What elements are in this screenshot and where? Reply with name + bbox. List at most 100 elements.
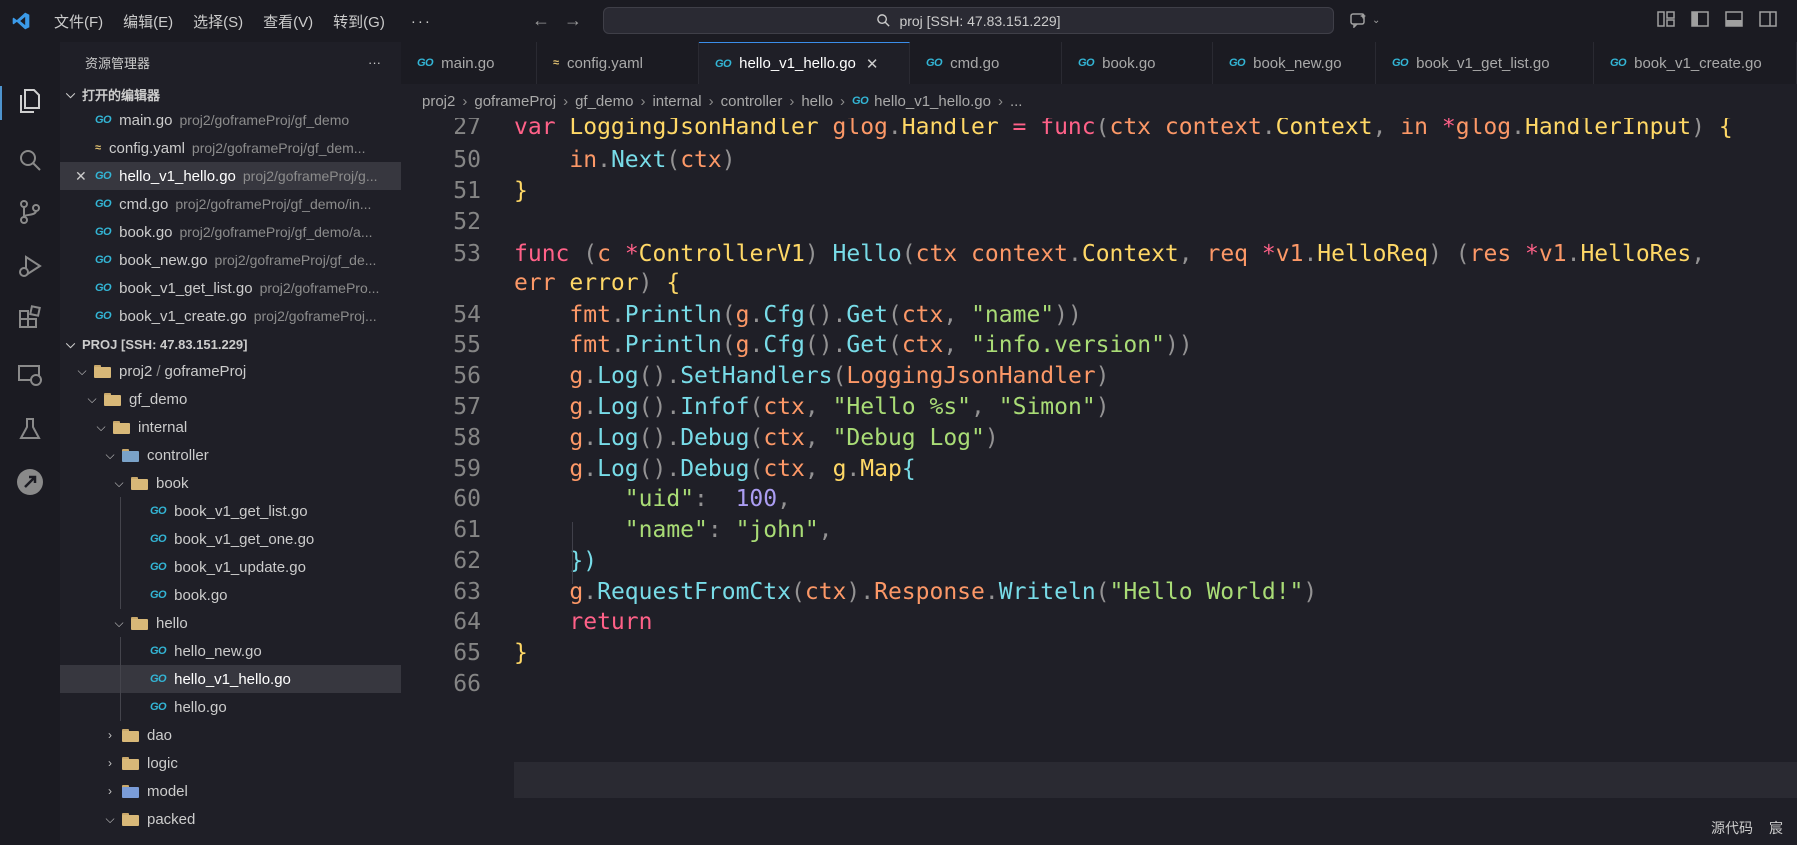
tab-book-v1-create-go[interactable]: GO book_v1_create.go [1594,42,1797,84]
open-editor-item[interactable]: ≈ config.yaml proj2/goframeProj/gf_dem..… [60,134,401,162]
tree-folder-book[interactable]: ⌵ book [60,469,401,497]
copilot-button[interactable]: ⌄ [1350,12,1380,28]
open-editor-item[interactable]: GO book_v1_create.go proj2/goframeProj..… [60,302,401,330]
explorer-more-button[interactable]: ··· [368,55,381,70]
menu-view[interactable]: 查看(V) [263,11,313,32]
tree-file-selected[interactable]: GO hello_v1_hello.go [60,665,401,693]
breadcrumb-item[interactable]: proj2 [422,93,455,110]
code-line[interactable]: 56 g.Log().SetHandlers(LoggingJsonHandle… [401,363,1797,398]
remote-explorer-icon[interactable] [15,360,45,390]
code-line[interactable]: 66 [401,671,1797,706]
back-arrow-icon[interactable]: ← [532,10,550,31]
go-file-icon: GO [417,57,434,69]
close-icon[interactable]: ✕ [866,55,879,73]
forward-arrow-icon[interactable]: → [564,10,582,31]
testing-icon[interactable] [15,414,45,444]
code-editor[interactable]: 27 var LoggingJsonHandler glog.Handler = … [401,118,1797,810]
run-debug-icon[interactable] [15,251,45,281]
tab-book-go[interactable]: GO book.go [1062,42,1213,84]
tree-folder-dao[interactable]: › dao [60,721,401,749]
tree-file[interactable]: GO hello.go [60,693,401,721]
open-editor-item[interactable]: GO book_v1_get_list.go proj2/goframePro.… [60,274,401,302]
breadcrumb-item[interactable]: internal [652,93,701,110]
breadcrumb-item[interactable]: controller [721,93,783,110]
open-editor-item[interactable]: GO book_new.go proj2/goframeProj/gf_de..… [60,246,401,274]
open-editors-section[interactable]: ⌵ 打开的编辑器 [60,82,401,106]
code-line[interactable]: 27 var LoggingJsonHandler glog.Handler = … [401,118,1797,149]
tree-folder-packed[interactable]: ⌵ packed [60,805,401,833]
tab-cmd-go[interactable]: GO cmd.go [910,42,1062,84]
code-line[interactable]: 57 g.Log().Infof(ctx, "Hello %s", "Simon… [401,394,1797,429]
code-token: glog [1455,118,1512,140]
tree-folder-proj2[interactable]: ⌵ proj2 / goframeProj [60,357,401,385]
open-editor-item-active[interactable]: ✕ GO hello_v1_hello.go proj2/goframeProj… [60,162,401,190]
breadcrumb-item[interactable]: hello_v1_hello.go [874,93,991,110]
tab-main-go[interactable]: GO main.go [401,42,537,84]
breadcrumb-item[interactable]: ... [1010,93,1023,110]
status-language[interactable]: 源代码 [1711,818,1753,838]
search-icon[interactable] [15,145,45,175]
code-line[interactable]: 50 in.Next(ctx) [401,147,1797,182]
gitlens-icon[interactable] [15,467,45,497]
tree-label: book.go [174,586,228,604]
code-token: Infof [680,394,750,420]
tab-config-yaml[interactable]: ≈ config.yaml [537,42,699,84]
tree-file[interactable]: GO hello_new.go [60,637,401,665]
code-line[interactable]: 62 }) [401,548,1797,583]
tree-label: dao [147,726,173,744]
code-line[interactable]: 52 [401,209,1797,244]
open-editor-item[interactable]: GO cmd.go proj2/goframeProj/gf_demo/in..… [60,190,401,218]
code-line[interactable]: 61 "name": "john", [401,517,1797,552]
menu-selection[interactable]: 选择(S) [193,11,243,32]
open-editor-item[interactable]: GO book.go proj2/goframeProj/gf_demo/a..… [60,218,401,246]
extensions-icon[interactable] [15,302,45,332]
open-editor-item[interactable]: GO main.go proj2/goframeProj/gf_demo [60,106,401,134]
menu-more[interactable]: ··· [411,13,432,30]
tree-folder-internal[interactable]: ⌵ internal [60,413,401,441]
tab-hello-v1-hello-go[interactable]: GO hello_v1_hello.go ✕ [699,42,910,84]
code-token: ( [790,579,805,605]
status-user[interactable]: 宸 [1769,818,1783,838]
toggle-panel-icon[interactable] [1725,11,1743,27]
go-file-icon: GO [852,95,869,107]
tree-file[interactable]: GO book_v1_update.go [60,553,401,581]
code-line[interactable]: 64 return [401,609,1797,644]
code-line[interactable]: 65} [401,640,1797,675]
code-token: } [514,640,528,666]
tree-folder-hello[interactable]: ⌵ hello [60,609,401,637]
project-section[interactable]: ⌵ PROJ [SSH: 47.83.151.229] [60,331,401,357]
code-line[interactable]: 51} [401,178,1797,213]
code-token: }) [569,548,598,574]
tree-folder-model[interactable]: › model [60,777,401,805]
tree-file[interactable]: GO book.go [60,581,401,609]
breadcrumb-item[interactable]: gf_demo [575,93,633,110]
toggle-primary-sidebar-icon[interactable] [1691,11,1709,27]
code-text: "uid": 100, [514,486,791,512]
menu-file[interactable]: 文件(F) [54,11,103,32]
breadcrumb-item[interactable]: goframeProj [474,93,556,110]
code-line[interactable]: 58 g.Log().Debug(ctx, "Debug Log") [401,425,1797,460]
source-control-icon[interactable] [15,197,45,227]
line-number: 27 [453,118,481,140]
tree-file[interactable]: GO book_v1_get_one.go [60,525,401,553]
tree-folder-controller[interactable]: ⌵ controller [60,441,401,469]
chevron-right-icon: › [108,756,112,770]
command-center-search[interactable]: proj [SSH: 47.83.151.229] [603,7,1334,34]
toggle-secondary-sidebar-icon[interactable] [1759,11,1777,27]
tab-book-v1-get-list-go[interactable]: GO book_v1_get_list.go [1376,42,1594,84]
tree-folder-logic[interactable]: › logic [60,749,401,777]
explorer-icon[interactable] [15,86,45,116]
menu-go[interactable]: 转到(G) [333,11,385,32]
code-line[interactable]: err error) { [401,270,1797,305]
customize-layout-icon[interactable] [1657,11,1675,27]
tree-folder-gf-demo[interactable]: ⌵ gf_demo [60,385,401,413]
breadcrumb-item[interactable]: hello [801,93,833,110]
menu-edit[interactable]: 编辑(E) [123,11,173,32]
code-token: Debug [680,425,750,451]
code-text: fmt.Println(g.Cfg().Get(ctx, "info.versi… [514,332,1192,358]
tab-book-new-go[interactable]: GO book_new.go [1213,42,1376,84]
tree-file[interactable]: GO book_v1_get_list.go [60,497,401,525]
code-line[interactable]: 55 fmt.Println(g.Cfg().Get(ctx, "info.ve… [401,332,1797,367]
close-icon[interactable]: ✕ [75,168,87,185]
code-line[interactable]: 60 "uid": 100, [401,486,1797,521]
